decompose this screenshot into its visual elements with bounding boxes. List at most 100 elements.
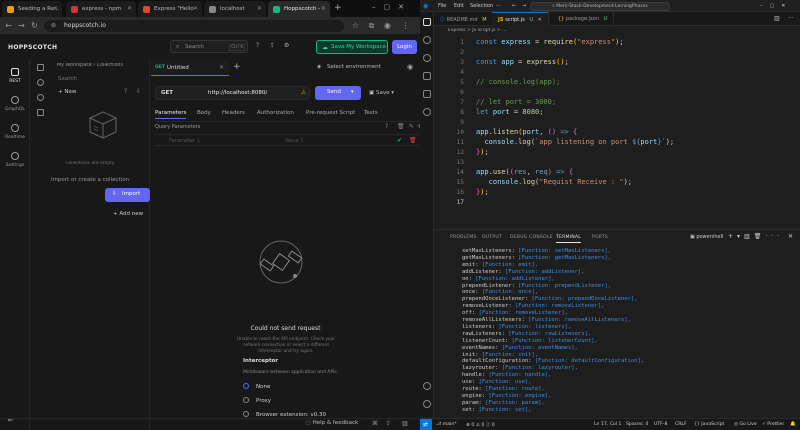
account-icon[interactable] [423, 382, 431, 390]
forward-icon[interactable]: → [16, 20, 27, 31]
new-collection-button[interactable]: + New [58, 89, 76, 95]
panel-tab-debug-console[interactable]: DEBUG CONSOLE [510, 235, 553, 240]
tab-script-js[interactable]: JS script.js U ✕ [492, 12, 549, 26]
remote-indicator-icon[interactable]: ⇄ [420, 419, 432, 430]
problems-indicator[interactable]: ⊗ 0 ⚠ 0 ⓘ 0 [466, 422, 495, 428]
radio-selected-icon[interactable] [243, 383, 249, 389]
hoppscotch-logo[interactable]: HOPPSCOTCH [8, 44, 57, 51]
extensions-icon[interactable]: ⧉ [366, 20, 377, 31]
panel-tab-output[interactable]: OUTPUT [482, 235, 502, 240]
back-icon[interactable]: ← [3, 20, 14, 31]
interceptor-option-none[interactable]: None [243, 383, 270, 390]
breadcrumb[interactable]: Express > JS script.js > ... [448, 28, 506, 33]
browser-tab-seeding[interactable]: Seeding a Re... ✕ [2, 1, 62, 17]
nav-settings[interactable]: Settings [0, 152, 30, 168]
download-icon[interactable]: ⇩ [136, 88, 141, 95]
request-tab[interactable]: GET Untitled ✕ [151, 60, 229, 76]
command-center[interactable]: ⌕ Mern-Stack-Development-LerningPhases [530, 2, 670, 11]
close-icon[interactable]: ✕ [257, 5, 262, 12]
panel-tab-problems[interactable]: PROBLEMS [450, 235, 477, 240]
radio-icon[interactable] [243, 397, 249, 403]
menu-edit[interactable]: Edit [454, 3, 464, 9]
run-debug-icon[interactable] [423, 72, 431, 80]
crumb-workspace[interactable]: My Workspace [57, 63, 92, 68]
site-info-icon[interactable]: ⊜ [51, 22, 56, 29]
edit-icon[interactable]: ✎ [409, 123, 414, 130]
window-controls[interactable]: –▢✕ [372, 3, 412, 11]
nav-realtime[interactable]: Realtime [0, 124, 30, 140]
reload-icon[interactable]: ↻ [29, 20, 40, 31]
save-request-button[interactable]: ▣ Save ▾ [369, 90, 394, 96]
share-icon[interactable] [37, 109, 44, 116]
tab-parameters[interactable]: Parameters [155, 110, 187, 119]
panel-tab-terminal[interactable]: TERMINAL [556, 235, 581, 243]
interceptor-option-extension[interactable]: Browser extension: v0.30 [243, 411, 326, 418]
window-controls[interactable]: –▢✕ [760, 3, 792, 9]
nav-back-icon[interactable]: ← [512, 3, 516, 9]
param-value-input[interactable]: Value 1 [285, 138, 304, 144]
profile-icon[interactable]: ◉ [382, 20, 393, 31]
import-button[interactable]: ⇩ Import [105, 188, 150, 202]
menu-file[interactable]: File [438, 3, 446, 9]
url-bar[interactable]: ⊜ hoppscotch.io [44, 20, 344, 32]
tab-body[interactable]: Body [197, 110, 211, 116]
folder-icon[interactable] [37, 64, 44, 71]
line-endings[interactable]: CRLF [675, 422, 687, 427]
interceptor-option-proxy[interactable]: Proxy [243, 397, 271, 404]
star-icon[interactable]: ☆ [350, 20, 361, 31]
new-tab-button[interactable]: + [334, 3, 342, 13]
settings-icon[interactable]: ⚙ [284, 42, 289, 49]
terminal-shell[interactable]: ▣ powershell [690, 234, 723, 240]
language-mode[interactable]: {} JavaScript [694, 422, 724, 427]
tab-headers[interactable]: Headers [222, 110, 245, 116]
layers-icon[interactable] [37, 79, 44, 86]
panel-tab-ports[interactable]: PORTS [592, 235, 608, 240]
remote-explorer-icon[interactable] [423, 108, 431, 116]
share-icon[interactable]: ⇪ [270, 42, 275, 49]
nav-rest[interactable]: REST [0, 68, 30, 84]
tab-prerequest-script[interactable]: Pre-request Script [306, 110, 355, 116]
terminal-actions[interactable]: +▾▥🗑··· [728, 233, 783, 240]
help-icon[interactable]: ? [385, 123, 388, 130]
close-tab-icon[interactable]: ✕ [219, 64, 224, 71]
trash-icon[interactable]: 🗑 [409, 137, 417, 144]
menu-icon[interactable]: ⋮ [400, 20, 411, 31]
share-icon[interactable]: ⇪ [386, 420, 391, 427]
layout-icon[interactable]: ▥ [402, 420, 408, 427]
prettier-status[interactable]: ✓ Prettier [762, 422, 784, 427]
notifications-icon[interactable]: 🔔 [790, 422, 796, 427]
global-search[interactable]: ⌕ Search Ctrl K [170, 40, 248, 53]
tab-readme[interactable]: ⓘ README.md M [434, 12, 494, 26]
chevron-down-icon[interactable]: ▾ [391, 90, 394, 96]
go-live-button[interactable]: ◎ Go Live [734, 422, 757, 427]
browser-tab-npm[interactable]: express - npm ✕ [66, 1, 136, 17]
tab-package-json[interactable]: {} package.json U [552, 12, 615, 26]
extensions-icon[interactable] [423, 90, 431, 98]
nav-graphql[interactable]: GraphQL [0, 96, 30, 112]
indentation[interactable]: Spaces: 4 [626, 422, 648, 427]
shortcuts-icon[interactable]: ⌘ [372, 420, 378, 427]
param-key-input[interactable]: Parameter 1 [169, 138, 200, 144]
check-icon[interactable]: ✔ [397, 137, 402, 144]
eye-icon[interactable]: ◉ [407, 63, 413, 71]
request-url-input[interactable]: http://localhost:8080/ [208, 90, 267, 96]
close-icon[interactable]: ✕ [53, 5, 58, 12]
cursor-position[interactable]: Ln 17, Col 1 [594, 422, 621, 427]
close-icon[interactable]: ✕ [127, 5, 132, 12]
search-icon[interactable] [423, 36, 431, 44]
radio-icon[interactable] [243, 411, 249, 417]
new-request-tab-button[interactable]: + [233, 62, 241, 72]
close-icon[interactable]: ✕ [538, 17, 542, 23]
help-icon[interactable]: ? [256, 42, 259, 49]
url-text[interactable]: hoppscotch.io [64, 22, 106, 29]
branch-indicator[interactable]: ⎇ main* [436, 422, 457, 427]
history-icon[interactable] [37, 94, 44, 101]
collections-search[interactable]: Search [58, 76, 77, 82]
menu-selection[interactable]: Selection [470, 3, 493, 9]
chevron-down-icon[interactable]: ▾ [351, 89, 354, 95]
more-actions-icon[interactable]: ··· [788, 15, 794, 22]
manage-gear-icon[interactable] [423, 400, 431, 408]
save-workspace-button[interactable]: ☁ Save My Workspace [316, 40, 388, 54]
tab-authorization[interactable]: Authorization [257, 110, 294, 116]
browser-tab-localhost[interactable]: localhost ✕ [204, 1, 266, 17]
